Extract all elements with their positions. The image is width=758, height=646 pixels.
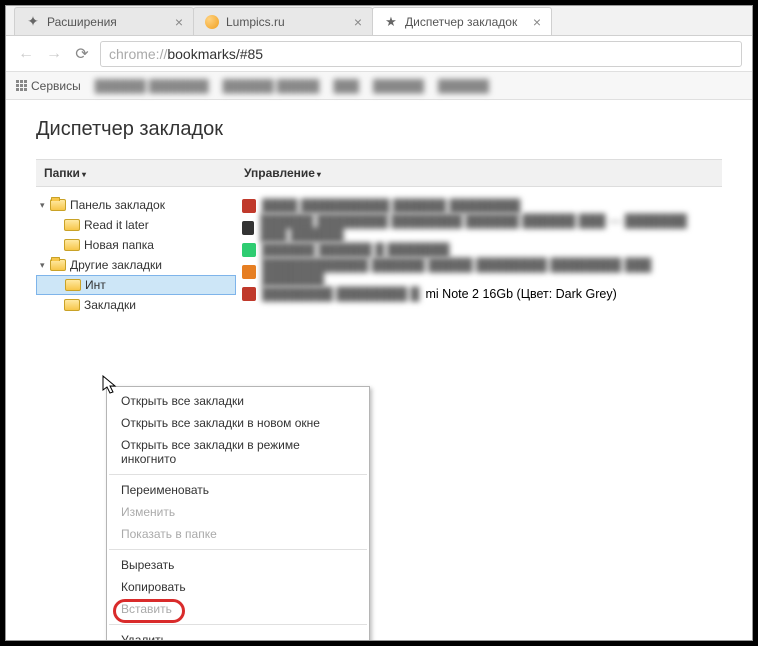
context-menu: Открыть все закладки Открыть все закладк…: [106, 386, 370, 640]
tab-label: Диспетчер закладок: [405, 15, 517, 29]
close-icon[interactable]: ×: [175, 14, 183, 30]
cm-open-all-new-window[interactable]: Открыть все закладки в новом окне: [107, 412, 369, 434]
tree-bookmarks-bar[interactable]: ▾ Панель закладок: [36, 195, 236, 215]
tab-extensions[interactable]: ✦ Расширения ×: [14, 7, 194, 35]
list-item[interactable]: ████████ ████████ █ mi Note 2 16Gb (Цвет…: [236, 283, 722, 305]
bookmark-item[interactable]: ██████ ███████: [95, 79, 209, 93]
cm-paste: Вставить: [107, 598, 369, 620]
site-icon: [204, 14, 220, 30]
bookmark-title-visible: mi Note 2 16Gb (Цвет: Dark Grey): [426, 287, 617, 301]
reload-button[interactable]: ⟳: [72, 44, 92, 64]
url-path: bookmarks/#85: [167, 46, 263, 62]
bookmark-item[interactable]: ██████: [438, 79, 489, 93]
tab-label: Lumpics.ru: [226, 15, 285, 29]
browser-window: ✦ Расширения × Lumpics.ru × ★ Диспетчер …: [5, 5, 753, 641]
forward-button[interactable]: →: [44, 44, 64, 64]
bookmark-title: ████ ██████████ ██████ ████████: [262, 199, 520, 213]
list-item[interactable]: ████████████ ██████ █████ ████████ █████…: [236, 261, 722, 283]
bookmarks-bar: Сервисы ██████ ███████ ██████ █████ ███ …: [6, 72, 752, 100]
folder-icon: [50, 259, 66, 271]
cm-cut[interactable]: Вырезать: [107, 554, 369, 576]
toolbar: ← → ⟳ chrome://bookmarks/#85: [6, 36, 752, 72]
tree-other-bookmarks[interactable]: ▾ Другие закладки: [36, 255, 236, 275]
separator: [109, 474, 367, 475]
cm-edit: Изменить: [107, 501, 369, 523]
close-icon[interactable]: ×: [354, 14, 362, 30]
url-protocol: chrome://: [109, 46, 167, 62]
apps-label: Сервисы: [31, 79, 81, 93]
favicon: [242, 221, 254, 235]
cm-delete[interactable]: Удалить: [107, 629, 369, 640]
bookmark-item[interactable]: ██████: [373, 79, 424, 93]
apps-shortcut[interactable]: Сервисы: [16, 79, 81, 93]
separator: [109, 549, 367, 550]
cm-open-all[interactable]: Открыть все закладки: [107, 390, 369, 412]
favicon: [242, 199, 256, 213]
cursor-icon: [102, 375, 118, 395]
folder-icon: [50, 199, 66, 211]
bookmark-item[interactable]: ███: [333, 79, 359, 93]
tab-label: Расширения: [47, 15, 117, 29]
page-content: Диспетчер закладок Папки Управление ▾ Па…: [6, 100, 752, 640]
folder-icon: [64, 299, 80, 311]
favicon: [242, 243, 256, 257]
bookmark-title-partial: ████████ ████████ █: [262, 287, 420, 301]
cm-rename[interactable]: Переименовать: [107, 479, 369, 501]
tree-label: Панель закладок: [70, 198, 165, 212]
twisty-icon[interactable]: ▾: [40, 260, 50, 271]
tree-label: Закладки: [84, 298, 136, 312]
tree-label: Read it later: [84, 218, 149, 232]
page-title: Диспетчер закладок: [36, 118, 722, 141]
tree-int-folder[interactable]: Инт: [36, 275, 236, 295]
tab-lumpics[interactable]: Lumpics.ru ×: [193, 7, 373, 35]
bookmark-item[interactable]: ██████ █████: [223, 79, 320, 93]
cm-show-in-folder: Показать в папке: [107, 523, 369, 545]
tree-new-folder[interactable]: Новая папка: [36, 235, 236, 255]
bookmark-title: ████████████ ██████ █████ ████████ █████…: [262, 258, 716, 286]
address-bar[interactable]: chrome://bookmarks/#85: [100, 41, 742, 67]
bookmark-title: ██████ ██████ █ ███████: [262, 243, 450, 257]
twisty-icon[interactable]: ▾: [40, 200, 50, 211]
tree-label: Новая папка: [84, 238, 154, 252]
tree-zakladki-folder[interactable]: Закладки: [36, 295, 236, 315]
folder-icon: [64, 239, 80, 251]
columns-header: Папки Управление: [36, 159, 722, 187]
puzzle-icon: ✦: [25, 14, 41, 30]
manage-header[interactable]: Управление: [236, 166, 722, 180]
cm-copy[interactable]: Копировать: [107, 576, 369, 598]
tree-label: Другие закладки: [70, 258, 162, 272]
separator: [109, 624, 367, 625]
favicon: [242, 287, 256, 301]
tab-strip: ✦ Расширения × Lumpics.ru × ★ Диспетчер …: [6, 6, 752, 36]
cm-open-all-incognito[interactable]: Открыть все закладки в режиме инкогнито: [107, 434, 369, 470]
tree-label: Инт: [85, 278, 106, 292]
tab-bookmarks-manager[interactable]: ★ Диспетчер закладок ×: [372, 7, 552, 35]
star-icon: ★: [383, 14, 399, 30]
back-button[interactable]: ←: [16, 44, 36, 64]
folder-icon: [64, 219, 80, 231]
close-icon[interactable]: ×: [533, 14, 541, 30]
folders-header[interactable]: Папки: [36, 166, 236, 180]
bookmark-title: ██████ ████████ ████████ ██████ ██████ █…: [260, 214, 716, 242]
tree-read-later[interactable]: Read it later: [36, 215, 236, 235]
list-item[interactable]: ██████ ████████ ████████ ██████ ██████ █…: [236, 217, 722, 239]
apps-icon: [16, 80, 27, 91]
favicon: [242, 265, 256, 279]
folder-icon: [65, 279, 81, 291]
